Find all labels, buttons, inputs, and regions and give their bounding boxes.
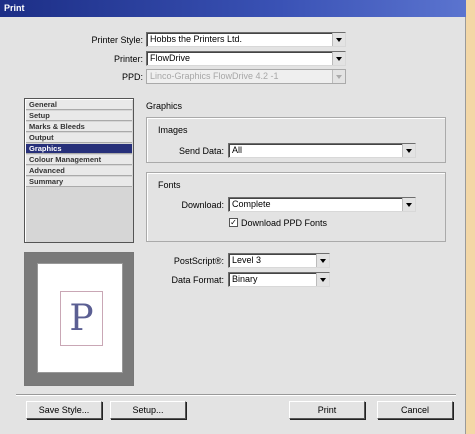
postscript-value: Level 3 <box>232 255 262 265</box>
divider <box>16 394 456 396</box>
download-select[interactable]: Complete <box>228 197 416 212</box>
page-preview: P <box>24 252 134 386</box>
save-style-button[interactable]: Save Style... <box>26 401 102 419</box>
sidebar-item-setup[interactable]: Setup <box>26 111 132 121</box>
chevron-down-icon <box>332 52 345 65</box>
cancel-button[interactable]: Cancel <box>377 401 453 419</box>
sidebar-item-graphics[interactable]: Graphics <box>26 144 132 154</box>
printer-style-label: Printer Style: <box>91 35 143 45</box>
sidebar-item-general[interactable]: General <box>26 100 132 110</box>
panel-title: Graphics <box>146 101 183 111</box>
chevron-down-icon <box>332 33 345 46</box>
sidebar-item-marks-bleeds[interactable]: Marks & Bleeds <box>26 122 132 132</box>
print-dialog: Print Printer Style: Hobbs the Printers … <box>0 0 466 434</box>
sidebar-item-output[interactable]: Output <box>26 133 132 143</box>
data-format-value: Binary <box>232 274 258 284</box>
printer-style-value: Hobbs the Printers Ltd. <box>150 34 243 44</box>
send-data-select[interactable]: All <box>228 143 416 158</box>
printer-value: FlowDrive <box>150 53 191 63</box>
sidebar-item-colour-management[interactable]: Colour Management <box>26 155 132 165</box>
ppd-select: Linco-Graphics FlowDrive 4.2 -1 <box>146 69 346 84</box>
download-value: Complete <box>232 199 271 209</box>
data-format-label: Data Format: <box>171 275 224 285</box>
chevron-down-icon <box>402 198 415 211</box>
sidebar-item-summary[interactable]: Summary <box>26 177 132 187</box>
ppd-label: PPD: <box>121 72 143 82</box>
setup-button[interactable]: Setup... <box>110 401 186 419</box>
images-title: Images <box>158 125 188 135</box>
window-title: Print <box>0 0 466 17</box>
download-ppd-fonts-label: Download PPD Fonts <box>241 218 328 228</box>
send-data-value: All <box>232 145 243 155</box>
postscript-select[interactable]: Level 3 <box>228 253 330 268</box>
download-label: Download: <box>181 200 224 210</box>
chevron-down-icon <box>402 144 415 157</box>
data-format-select[interactable]: Binary <box>228 272 330 287</box>
print-button[interactable]: Print <box>289 401 365 419</box>
ppd-value: Linco-Graphics FlowDrive 4.2 -1 <box>150 71 279 81</box>
printer-select[interactable]: FlowDrive <box>146 51 346 66</box>
send-data-label: Send Data: <box>178 146 224 156</box>
printer-style-select[interactable]: Hobbs the Printers Ltd. <box>146 32 346 47</box>
chevron-down-icon <box>316 273 329 286</box>
sidebar-list: General Setup Marks & Bleeds Output Grap… <box>24 98 134 243</box>
printer-label: Printer: <box>113 54 143 64</box>
chevron-down-icon <box>332 70 345 83</box>
preview-page: P <box>37 263 123 373</box>
download-ppd-fonts-checkbox[interactable]: ✓ <box>229 218 238 227</box>
chevron-down-icon <box>316 254 329 267</box>
sidebar-item-advanced[interactable]: Advanced <box>26 166 132 176</box>
fonts-title: Fonts <box>158 180 181 190</box>
preview-letter: P <box>60 291 103 346</box>
postscript-label: PostScript®: <box>173 256 224 266</box>
